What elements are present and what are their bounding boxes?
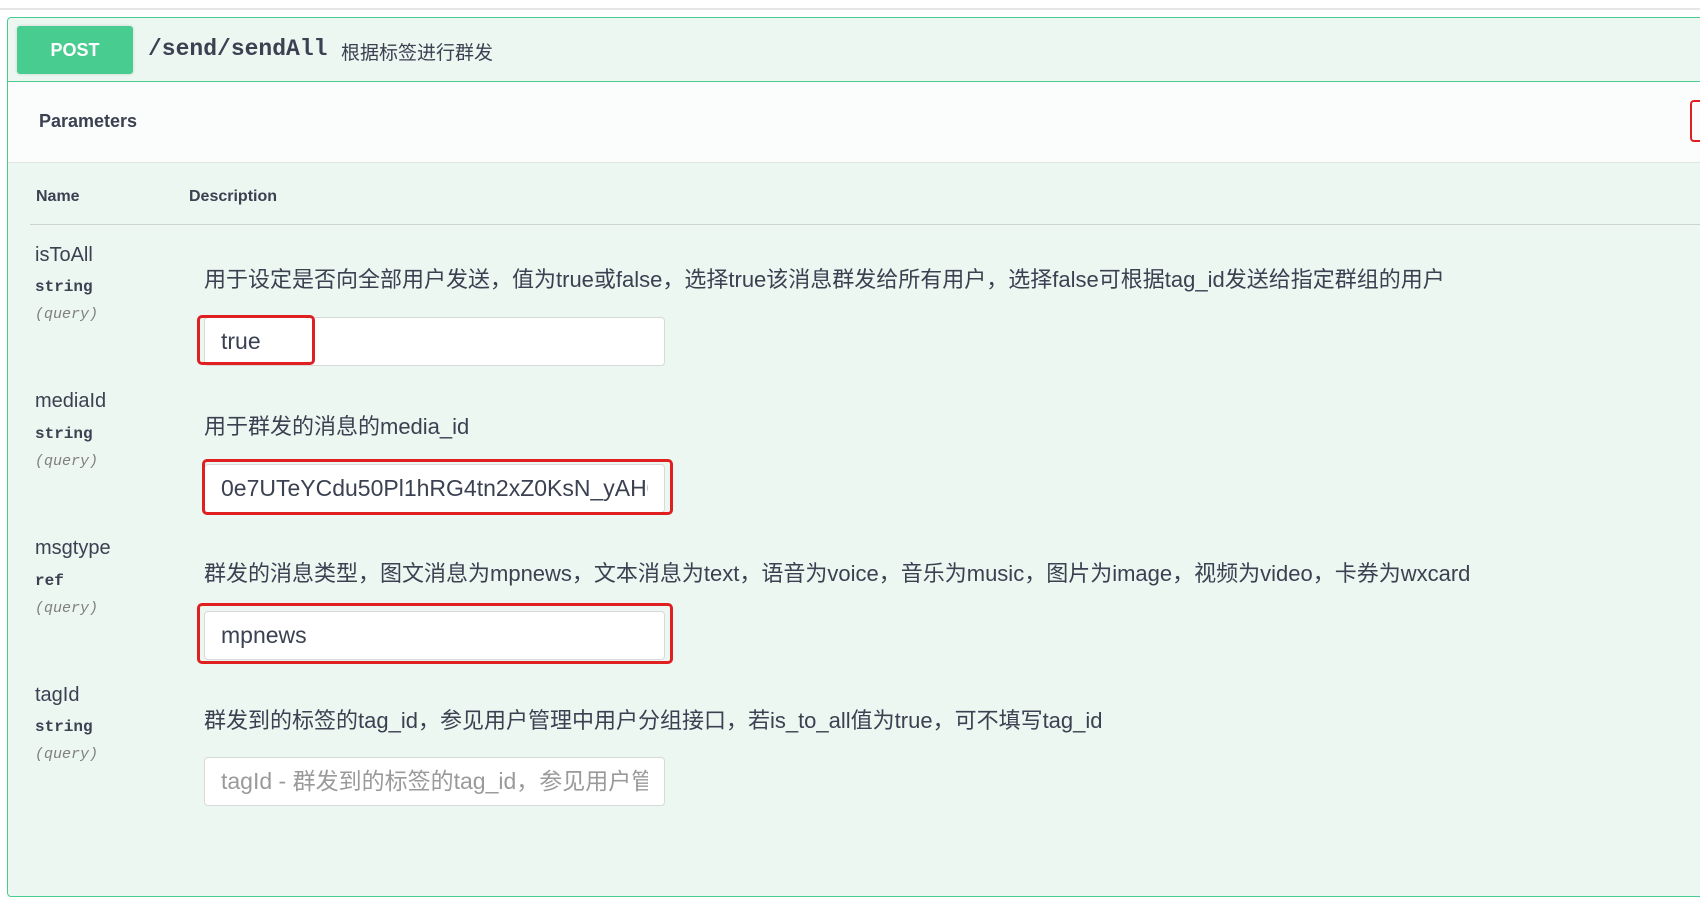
- param-type-msgtype: ref: [35, 572, 64, 590]
- header-divider: [30, 224, 1700, 225]
- param-location-mediaid: (query): [35, 453, 99, 470]
- tagid-input[interactable]: [204, 757, 665, 806]
- column-header-name: Name: [36, 188, 80, 205]
- parameters-title: Parameters: [39, 111, 138, 131]
- param-type-istoall: string: [35, 278, 93, 296]
- param-name-mediaid: mediaId: [35, 390, 107, 412]
- param-description-mediaid: 用于群发的消息的media_id: [204, 414, 470, 439]
- operation-block-post: POST /send/sendAll 根据标签进行群发 Parameters N…: [7, 17, 1700, 897]
- operation-summary[interactable]: POST /send/sendAll 根据标签进行群发: [8, 18, 1700, 82]
- param-name-tagid: tagId: [35, 684, 80, 706]
- parameters-section-header: Parameters: [8, 82, 1700, 163]
- param-location-tagid: (query): [35, 746, 99, 763]
- operation-path: /send/sendAll: [148, 36, 328, 62]
- top-divider: [0, 8, 1700, 10]
- msgtype-input[interactable]: [204, 611, 665, 660]
- method-badge: POST: [17, 26, 133, 74]
- param-location-msgtype: (query): [35, 600, 99, 617]
- try-it-out-button[interactable]: [1690, 100, 1700, 142]
- param-name-msgtype: msgtype: [35, 537, 111, 559]
- param-location-istoall: (query): [35, 306, 99, 323]
- param-name-istoall: isToAll: [35, 244, 93, 266]
- column-header-description: Description: [189, 188, 278, 205]
- param-description-istoall: 用于设定是否向全部用户发送，值为true或false，选择true该消息群发给所…: [204, 267, 1445, 292]
- param-description-tagid: 群发到的标签的tag_id，参见用户管理中用户分组接口，若is_to_all值为…: [204, 708, 1103, 733]
- param-description-msgtype: 群发的消息类型，图文消息为mpnews，文本消息为text，语音为voice，音…: [204, 561, 1471, 586]
- istoall-input[interactable]: [204, 317, 665, 366]
- param-type-tagid: string: [35, 718, 93, 736]
- mediaid-input[interactable]: [204, 464, 665, 513]
- param-type-mediaid: string: [35, 425, 93, 443]
- operation-summary-text: 根据标签进行群发: [341, 43, 494, 64]
